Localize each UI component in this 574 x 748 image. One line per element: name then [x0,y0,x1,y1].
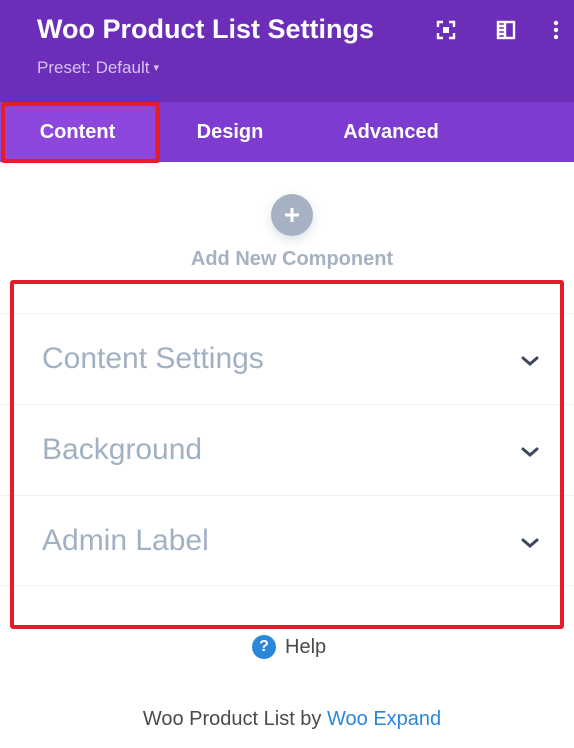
chevron-down-icon [521,356,539,366]
chevron-down-icon [521,538,539,548]
settings-accordion: Content Settings Background Admin Label [0,313,574,586]
caret-down-icon: ▾ [153,62,159,74]
accordion-label: Background [42,433,203,466]
modal-title: Woo Product List Settings [37,14,374,44]
add-component-label[interactable]: Add New Component [0,248,574,271]
plus-icon [285,208,299,222]
tab-bar: Content Design Advanced [0,102,574,162]
tab-design[interactable]: Design [155,102,305,162]
more-options-icon[interactable] [544,18,568,42]
accordion-label: Content Settings [42,342,264,375]
accordion-label: Admin Label [42,524,209,557]
help-icon: ? [252,635,276,659]
accordion-background[interactable]: Background [0,404,574,495]
help-label: Help [285,636,327,658]
settings-header: Woo Product List Settings Preset: Defaul… [0,0,574,102]
accordion-content-settings[interactable]: Content Settings [0,313,574,404]
footer-text: Woo Product List by [142,708,322,730]
tab-content[interactable]: Content [0,102,155,162]
preset-label: Preset: Default [37,58,150,77]
tab-advanced[interactable]: Advanced [305,102,477,162]
footer-credit: Woo Product List by Woo Expand [0,708,574,731]
focus-icon[interactable] [434,18,458,42]
sidebar-toggle-icon[interactable] [494,18,518,42]
preset-selector[interactable]: Preset: Default ▾ [37,58,159,78]
chevron-down-icon [521,447,539,457]
add-component-button[interactable] [271,194,313,236]
accordion-admin-label[interactable]: Admin Label [0,495,574,586]
footer-link-woo-expand[interactable]: Woo Expand [327,708,441,730]
